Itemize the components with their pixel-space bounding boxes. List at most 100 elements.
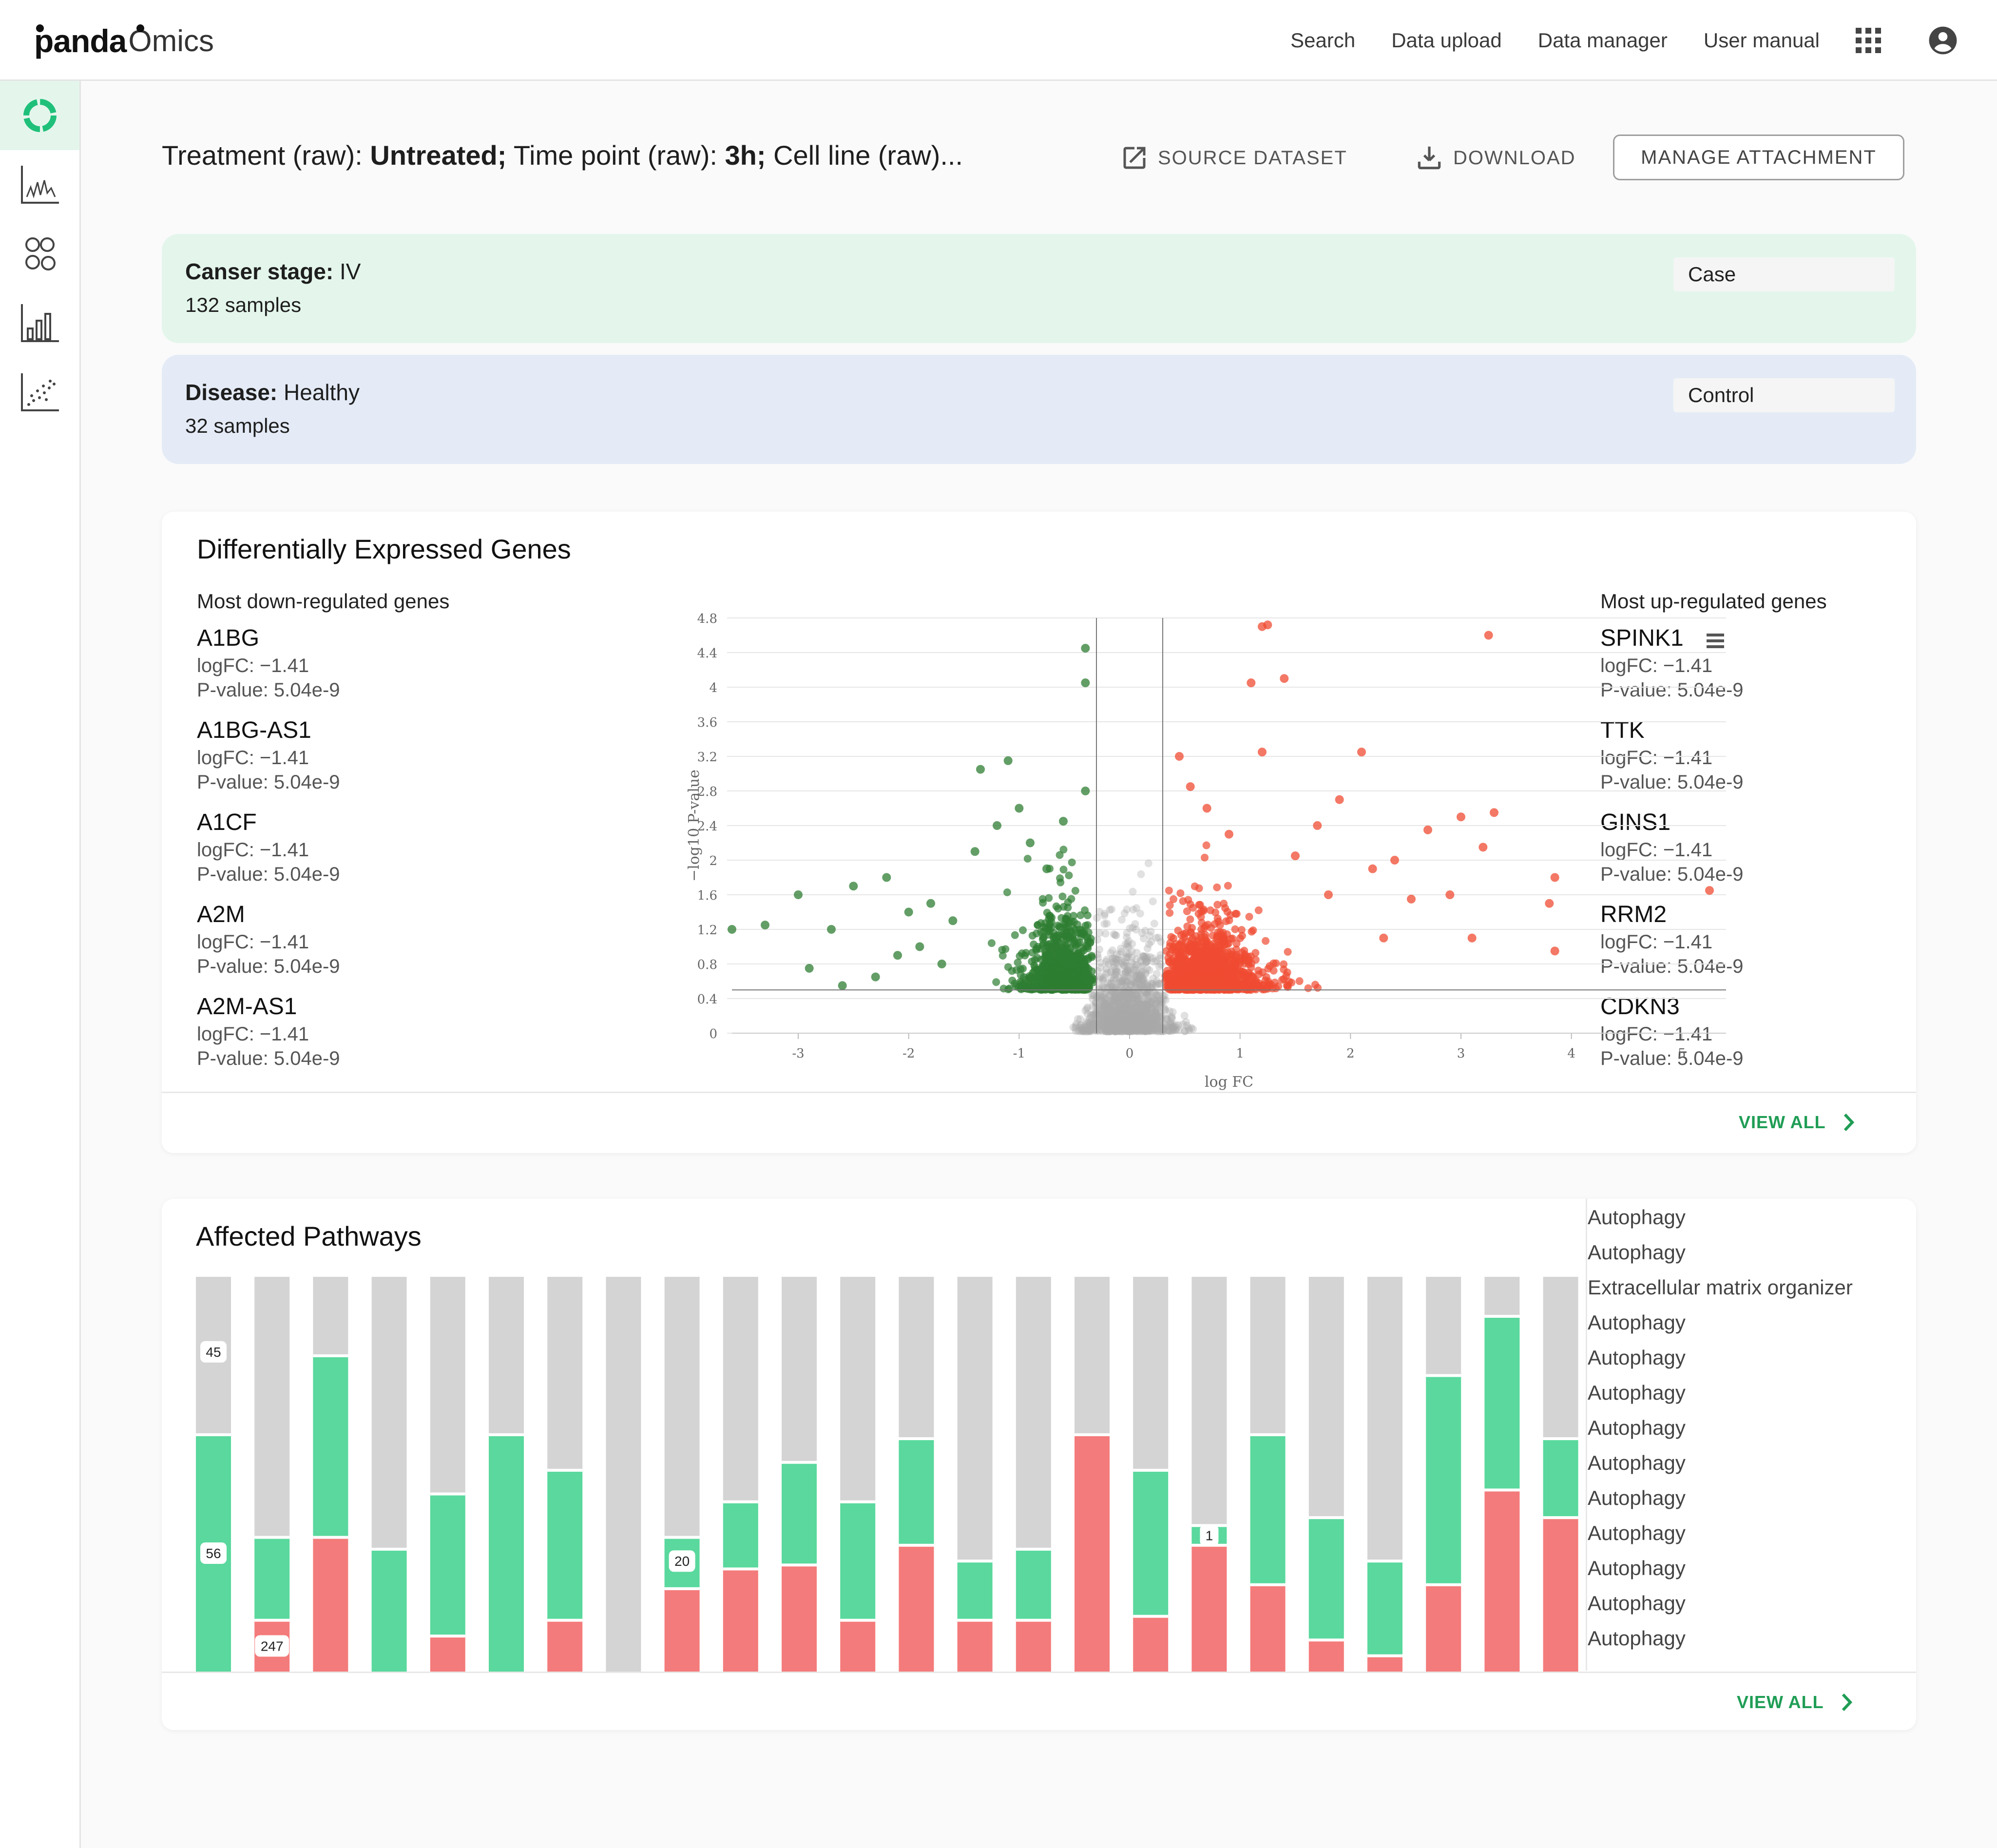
nav-data-manager[interactable]: Data manager xyxy=(1538,29,1668,52)
volcano-plot[interactable]: 00.40.81.21.622.42.83.23.644.44.8-3 -2 -1 0… xyxy=(503,585,1741,1101)
bar-segment-neutral xyxy=(1133,1277,1169,1470)
down-regulated-gene-item[interactable]: A1BG logFC: −1.41 P-value: 5.04e-9 xyxy=(197,625,470,702)
pathway-list-item[interactable]: Autophagy xyxy=(1588,1340,1909,1375)
bar-segment-green xyxy=(313,1356,348,1538)
bar-segment-green xyxy=(1484,1316,1520,1490)
pathways-view-all-button[interactable]: VIEW ALL xyxy=(1737,1692,1853,1713)
volcano-point xyxy=(1026,838,1035,847)
pathway-bar[interactable] xyxy=(1016,1277,1051,1672)
volcano-point xyxy=(970,847,979,856)
pathway-list-item[interactable]: Autophagy xyxy=(1588,1235,1909,1270)
bar-segment-green xyxy=(547,1470,583,1620)
volcano-point xyxy=(1179,897,1187,905)
pathway-bar[interactable] xyxy=(782,1277,817,1672)
manage-attachment-button[interactable]: MANAGE ATTACHMENT xyxy=(1613,135,1904,180)
apps-grid-icon[interactable] xyxy=(1856,28,1881,53)
app-logo[interactable]: panda Omics xyxy=(34,21,214,60)
source-dataset-button[interactable]: SOURCE DATASET xyxy=(1120,135,1347,181)
volcano-point xyxy=(1068,858,1076,866)
nav-user-manual[interactable]: User manual xyxy=(1704,29,1820,52)
bar-segment-neutral xyxy=(430,1277,465,1494)
bar-segment-green xyxy=(1016,1549,1051,1620)
pathway-bar[interactable] xyxy=(957,1277,993,1672)
pathway-bar[interactable]: 1 xyxy=(1191,1277,1227,1672)
pathway-bar[interactable]: 20 xyxy=(664,1277,700,1672)
bar-segment-red xyxy=(1075,1435,1110,1672)
account-circle-icon[interactable] xyxy=(1928,25,1958,56)
volcano-point xyxy=(1211,908,1220,917)
pathway-bar-chart[interactable]: 45 56 247 20 1 xyxy=(196,1277,1594,1672)
group-role-select[interactable]: Control xyxy=(1673,378,1895,412)
volcano-point xyxy=(1070,936,1078,944)
volcano-point xyxy=(1129,1004,1137,1012)
volcano-point xyxy=(1082,1025,1091,1034)
pathway-list-item[interactable]: Autophagy xyxy=(1588,1551,1909,1586)
sidebar-item-scatter[interactable] xyxy=(0,358,79,427)
deg-view-all-button[interactable]: VIEW ALL xyxy=(1739,1112,1855,1133)
down-regulated-gene-item[interactable]: A2M logFC: −1.41 P-value: 5.04e-9 xyxy=(197,901,470,979)
pathway-bar[interactable] xyxy=(371,1277,407,1672)
volcano-point xyxy=(1324,890,1333,899)
download-button[interactable]: DOWNLOAD xyxy=(1414,135,1576,181)
pathway-bar[interactable] xyxy=(489,1277,524,1672)
volcano-point xyxy=(1222,966,1230,975)
pathway-bar[interactable] xyxy=(1133,1277,1169,1672)
group-sample-count: 132 samples xyxy=(185,293,302,316)
volcano-point xyxy=(1550,946,1559,956)
group-role-select[interactable]: Case xyxy=(1673,257,1895,291)
gene-logfc: logFC: −1.41 xyxy=(197,747,309,769)
nav-search[interactable]: Search xyxy=(1290,29,1355,52)
hamburger-menu-icon[interactable] xyxy=(1707,634,1724,648)
bar-segment-neutral xyxy=(1484,1277,1520,1316)
pathway-bar[interactable] xyxy=(313,1277,348,1672)
volcano-point xyxy=(1166,939,1174,947)
bar-value-label: 20 xyxy=(674,1554,690,1569)
volcano-point xyxy=(1192,948,1201,956)
sidebar-item-bar-chart[interactable] xyxy=(0,289,79,358)
bar-segment-red xyxy=(1016,1620,1051,1672)
down-regulated-gene-item[interactable]: A2M-AS1 logFC: −1.41 P-value: 5.04e-9 xyxy=(197,993,470,1071)
down-regulated-list: Most down-regulated genes A1BG logFC: −1.… xyxy=(197,590,470,1085)
bar-segment-red xyxy=(547,1620,583,1672)
volcano-point xyxy=(1093,936,1101,944)
volcano-point xyxy=(1143,957,1151,965)
pathway-list-item[interactable]: Autophagy xyxy=(1588,1375,1909,1410)
pathway-bar[interactable] xyxy=(840,1277,876,1672)
sidebar-item-overview[interactable] xyxy=(0,81,79,150)
volcano-point xyxy=(1217,941,1226,949)
pathway-bar[interactable] xyxy=(1543,1277,1578,1672)
pathway-list-item[interactable]: Autophagy xyxy=(1588,1200,1909,1235)
down-regulated-gene-item[interactable]: A1BG-AS1 logFC: −1.41 P-value: 5.04e-9 xyxy=(197,717,470,794)
pathway-list-item[interactable]: Autophagy xyxy=(1588,1305,1909,1340)
pathway-list-item[interactable]: Autophagy xyxy=(1588,1621,1909,1656)
pathway-bar[interactable]: 45 56 xyxy=(196,1277,231,1672)
volcano-point xyxy=(1251,949,1260,957)
pathway-list-item[interactable]: Autophagy xyxy=(1588,1586,1909,1621)
pathway-bar[interactable] xyxy=(723,1277,758,1672)
volcano-point xyxy=(1145,1008,1153,1017)
pathway-bar[interactable] xyxy=(547,1277,583,1672)
pathway-bar[interactable] xyxy=(1484,1277,1520,1672)
pathway-bar[interactable] xyxy=(430,1277,465,1672)
bar-segment-neutral xyxy=(782,1277,817,1463)
pathway-bar[interactable]: 247 xyxy=(254,1277,290,1672)
sidebar-item-network[interactable] xyxy=(0,219,79,289)
pathway-list-item[interactable]: Autophagy xyxy=(1588,1516,1909,1551)
pathway-bar[interactable] xyxy=(1308,1277,1344,1672)
pathway-bar[interactable] xyxy=(606,1277,641,1672)
pathway-list-item[interactable]: Extracellular matrix organizer xyxy=(1588,1270,1909,1305)
volcano-point xyxy=(1238,932,1247,940)
pathway-list-item[interactable]: Autophagy xyxy=(1588,1410,1909,1445)
sidebar-item-volcano[interactable] xyxy=(0,150,79,219)
pathway-bar[interactable] xyxy=(1075,1277,1110,1672)
pathway-list-item[interactable]: Autophagy xyxy=(1588,1481,1909,1516)
volcano-point xyxy=(1059,846,1068,854)
pathway-bar[interactable] xyxy=(1367,1277,1402,1672)
pathway-bar[interactable] xyxy=(1250,1277,1286,1672)
pathway-bar[interactable] xyxy=(1426,1277,1461,1672)
pathway-bar[interactable] xyxy=(899,1277,934,1672)
nav-data-upload[interactable]: Data upload xyxy=(1391,29,1502,52)
volcano-point xyxy=(1111,993,1119,1001)
down-regulated-gene-item[interactable]: A1CF logFC: −1.41 P-value: 5.04e-9 xyxy=(197,809,470,886)
pathway-list-item[interactable]: Autophagy xyxy=(1588,1445,1909,1481)
